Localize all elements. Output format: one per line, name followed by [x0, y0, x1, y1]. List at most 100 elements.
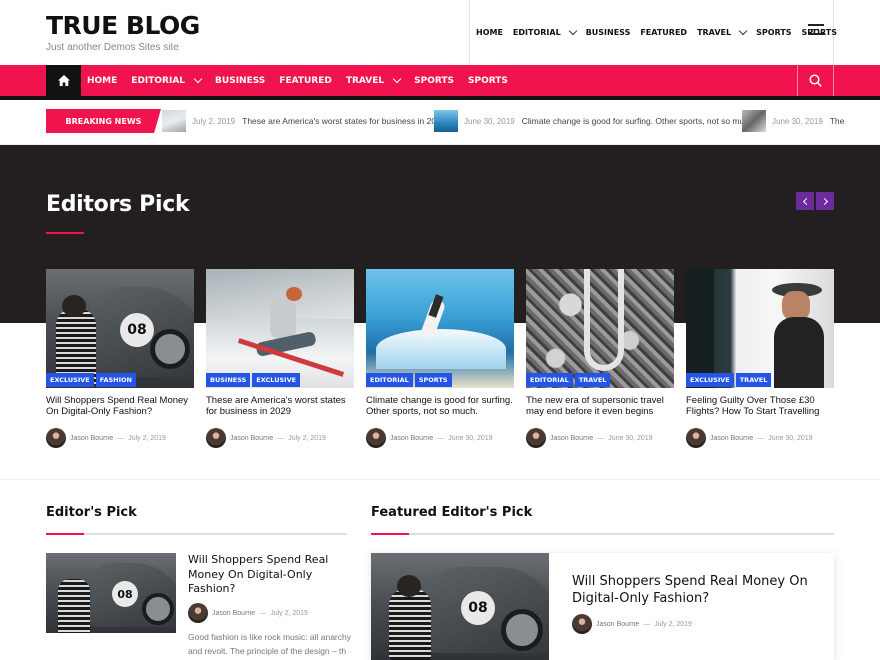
post-title[interactable]: Climate change is good for surfing. Othe… [366, 395, 514, 417]
post-meta: Jason Bourne — June 30, 2019 [686, 428, 834, 448]
home-icon [57, 75, 70, 86]
post-card: EXCLUSIVE TRAVEL Feeling Guilty Over Thos… [686, 269, 834, 448]
divider [0, 479, 880, 480]
post-card: EDITORIAL SPORTS Climate change is good f… [366, 269, 514, 448]
home-button[interactable] [46, 65, 81, 96]
category-tag[interactable]: BUSINESS [206, 373, 251, 387]
post-title[interactable]: Will Shoppers Spend Real Money On Digita… [572, 573, 822, 607]
breaking-news-item[interactable]: July 2, 2019 These are America's worst s… [162, 110, 446, 132]
meta-separator: — [757, 434, 765, 442]
author-name[interactable]: Jason Bourne [596, 621, 639, 628]
author-name[interactable]: Jason Bourne [710, 435, 753, 442]
title-rule [46, 533, 347, 535]
post-image[interactable]: 08 [46, 553, 176, 633]
main-nav-sports[interactable]: SPORTS [414, 76, 454, 86]
category-tag[interactable]: EDITORIAL [526, 373, 573, 387]
category-tag[interactable]: EXCLUSIVE [252, 373, 301, 387]
author-name[interactable]: Jason Bourne [70, 435, 113, 442]
item-date: June 30, 2019 [772, 116, 823, 126]
post-title[interactable]: The new era of supersonic travel may end… [526, 395, 674, 417]
site-title[interactable]: TRUE BLOG [46, 12, 200, 40]
avatar [686, 428, 706, 448]
author-name[interactable]: Jason Bourne [212, 610, 255, 617]
thumbnail [162, 110, 186, 132]
chevron-left-icon [802, 197, 810, 205]
category-tag[interactable]: TRAVEL [574, 373, 611, 387]
post-meta: Jason Bourne — July 2, 2019 [206, 428, 354, 448]
top-nav-home[interactable]: HOME [476, 28, 503, 37]
main-nav-sports-2[interactable]: SPORTS [468, 76, 508, 86]
item-title[interactable]: These are America's worst states for bus… [242, 116, 445, 126]
meta-separator: — [277, 434, 285, 442]
avatar [572, 614, 592, 634]
author-name[interactable]: Jason Bourne [390, 435, 433, 442]
post-image[interactable]: 08 EXCLUSIVE FASHION [46, 269, 194, 388]
main-nav-featured[interactable]: FEATURED [279, 76, 332, 86]
author-name[interactable]: Jason Bourne [230, 435, 273, 442]
item-title[interactable]: The [830, 116, 845, 126]
meta-separator: — [437, 434, 445, 442]
post-title[interactable]: Feeling Guilty Over Those £30 Flights? H… [686, 395, 834, 417]
post-card: 08 EXCLUSIVE FASHION Will Shoppers Spend … [46, 269, 194, 448]
main-nav-items: HOME EDITORIAL BUSINESS FEATURED TRAVEL … [87, 65, 522, 96]
post-title[interactable]: Will Shoppers Spend Real Money On Digita… [188, 553, 348, 597]
top-nav-featured[interactable]: FEATURED [640, 28, 687, 37]
post-title[interactable]: These are America's worst states for bus… [206, 395, 354, 417]
top-nav-business[interactable]: BUSINESS [586, 28, 631, 37]
main-nav-label: FEATURED [279, 75, 332, 86]
main-nav-travel[interactable]: TRAVEL [345, 74, 402, 86]
avatar [188, 603, 208, 623]
main-nav-label: BUSINESS [215, 75, 266, 86]
category-tag[interactable]: EXCLUSIVE [46, 373, 94, 387]
top-nav-editorial[interactable]: EDITORIAL [512, 26, 577, 37]
main-nav-label: TRAVEL [345, 75, 385, 86]
post-meta: Jason Bourne — July 2, 2019 [572, 614, 692, 634]
meta-separator: — [597, 434, 605, 442]
category-tag[interactable]: FASHION [95, 373, 136, 387]
post-image[interactable]: BUSINESS EXCLUSIVE [206, 269, 354, 388]
top-nav-label: SPORTS [756, 28, 792, 37]
post-title[interactable]: Will Shoppers Spend Real Money On Digita… [46, 395, 194, 417]
post-meta: Jason Bourne — June 30, 2019 [526, 428, 674, 448]
post-image[interactable]: EDITORIAL TRAVEL [526, 269, 674, 388]
section-title: Editor's Pick [46, 505, 137, 520]
search-icon [809, 74, 822, 87]
item-title[interactable]: Climate change is good for surfing. Othe… [522, 116, 756, 126]
chevron-down-icon [193, 74, 203, 83]
meta-separator: — [259, 609, 267, 617]
title-underline [371, 533, 409, 535]
breaking-news-label: BREAKING NEWS [46, 109, 161, 133]
item-date: July 2, 2019 [192, 116, 236, 126]
title-underline [46, 533, 84, 535]
main-nav-home[interactable]: HOME [87, 76, 117, 86]
avatar [366, 428, 386, 448]
hamburger-menu-icon[interactable] [808, 24, 824, 38]
top-nav-label: EDITORIAL [512, 28, 561, 37]
breaking-news-item[interactable]: June 30, 2019 The [742, 110, 844, 132]
post-date: July 2, 2019 [128, 434, 166, 442]
post-image[interactable]: 08 [371, 553, 549, 660]
author-name[interactable]: Jason Bourne [550, 435, 593, 442]
carousel-next-button[interactable] [816, 192, 834, 210]
post-image[interactable]: EXCLUSIVE TRAVEL [686, 269, 834, 388]
top-nav-travel[interactable]: TRAVEL [697, 26, 748, 37]
meta-separator: — [117, 434, 125, 442]
title-rule [371, 533, 834, 535]
search-button[interactable] [797, 65, 834, 96]
category-tag[interactable]: TRAVEL [735, 373, 772, 387]
top-nav-sports[interactable]: SPORTS [756, 28, 791, 37]
main-navigation: HOME EDITORIAL BUSINESS FEATURED TRAVEL … [0, 65, 880, 100]
post-meta: Jason Bourne — July 2, 2019 [188, 603, 308, 623]
post-image[interactable]: EDITORIAL SPORTS [366, 269, 514, 388]
category-tag[interactable]: EXCLUSIVE [686, 373, 734, 387]
category-tag[interactable]: SPORTS [414, 373, 452, 387]
carousel-prev-button[interactable] [796, 192, 814, 210]
main-nav-editorial[interactable]: EDITORIAL [131, 74, 203, 86]
main-nav-label: EDITORIAL [131, 75, 186, 86]
main-nav-business[interactable]: BUSINESS [215, 76, 265, 86]
breaking-news-item[interactable]: June 30, 2019 Climate change is good for… [434, 110, 756, 132]
category-tag[interactable]: EDITORIAL [366, 373, 413, 387]
thumbnail [434, 110, 458, 132]
post-card: EDITORIAL TRAVEL The new era of supersoni… [526, 269, 674, 448]
item-date: June 30, 2019 [464, 116, 515, 126]
